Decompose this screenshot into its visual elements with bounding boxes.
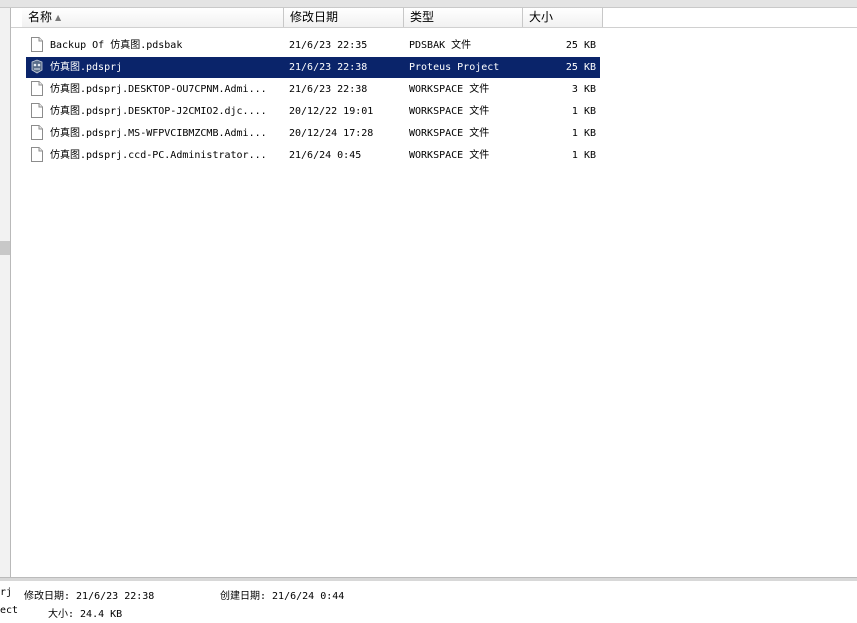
document-icon bbox=[31, 125, 43, 140]
file-name: 仿真图.pdsprj.MS-WFPVCIBMZCMB.Admi... bbox=[50, 128, 267, 139]
file-list-view[interactable]: 名称 ▲ 修改日期 类型 大小 Backup Of 仿真图.pdsbak 21/6… bbox=[11, 8, 857, 577]
file-type: PDSBAK 文件 bbox=[409, 40, 472, 51]
sort-ascending-icon: ▲ bbox=[55, 13, 62, 22]
file-name: 仿真图.pdsprj.ccd-PC.Administrator... bbox=[50, 150, 267, 161]
file-size: 1 KB bbox=[571, 128, 596, 139]
file-date: 21/6/23 22:38 bbox=[289, 62, 368, 73]
file-name: 仿真图.pdsprj.DESKTOP-J2CMIO2.djc.... bbox=[50, 106, 267, 117]
file-date: 21/6/24 0:45 bbox=[289, 150, 362, 161]
column-header-empty bbox=[603, 8, 857, 27]
file-date: 21/6/23 22:38 bbox=[289, 84, 368, 95]
details-type-fragment: ect bbox=[0, 605, 19, 616]
file-size: 25 KB bbox=[565, 62, 596, 73]
file-name: 仿真图.pdsprj bbox=[50, 62, 123, 73]
document-icon bbox=[31, 81, 43, 96]
file-row-workspace-3[interactable]: 仿真图.pdsprj.MS-WFPVCIBMZCMB.Admi... 20/12… bbox=[26, 123, 600, 144]
details-name-fragment: rj bbox=[0, 587, 13, 598]
file-type: Proteus Project bbox=[409, 62, 500, 73]
window-top-strip bbox=[0, 0, 857, 8]
file-date: 20/12/24 17:28 bbox=[289, 128, 374, 139]
column-header-date[interactable]: 修改日期 bbox=[284, 8, 404, 27]
file-size: 1 KB bbox=[571, 150, 596, 161]
file-size: 1 KB bbox=[571, 106, 596, 117]
file-row-workspace-2[interactable]: 仿真图.pdsprj.DESKTOP-J2CMIO2.djc.... 20/12… bbox=[26, 101, 600, 122]
column-header-date-label: 修改日期 bbox=[290, 10, 339, 24]
file-date: 20/12/22 19:01 bbox=[289, 106, 374, 117]
file-name: Backup Of 仿真图.pdsbak bbox=[50, 40, 183, 51]
file-size: 3 KB bbox=[571, 84, 596, 95]
file-row-workspace-4[interactable]: 仿真图.pdsprj.ccd-PC.Administrator... 21/6/… bbox=[26, 145, 600, 166]
details-modified-date: 修改日期: 21/6/23 22:38 bbox=[24, 591, 155, 602]
file-type: WORKSPACE 文件 bbox=[409, 106, 490, 117]
file-type: WORKSPACE 文件 bbox=[409, 150, 490, 161]
column-header-type-label: 类型 bbox=[410, 10, 435, 24]
column-header-size[interactable]: 大小 bbox=[523, 8, 603, 27]
details-size: 大小: 24.4 KB bbox=[48, 609, 123, 620]
column-header-type[interactable]: 类型 bbox=[404, 8, 523, 27]
proteus-project-icon bbox=[31, 59, 43, 74]
column-header-bar: 名称 ▲ 修改日期 类型 大小 bbox=[11, 8, 857, 28]
column-header-name[interactable]: 名称 ▲ bbox=[22, 8, 284, 27]
file-size: 25 KB bbox=[565, 40, 596, 51]
details-pane: rj 修改日期: 21/6/23 22:38 创建日期: 21/6/24 0:4… bbox=[0, 581, 857, 623]
navigation-pane-selected-item[interactable] bbox=[0, 241, 10, 255]
document-icon bbox=[31, 103, 43, 118]
column-header-name-label: 名称 bbox=[28, 10, 53, 24]
document-icon bbox=[31, 147, 43, 162]
navigation-pane[interactable] bbox=[0, 8, 11, 577]
file-type: WORKSPACE 文件 bbox=[409, 84, 490, 95]
details-created-date: 创建日期: 21/6/24 0:44 bbox=[220, 591, 345, 602]
file-row-backup-pdsbak[interactable]: Backup Of 仿真图.pdsbak 21/6/23 22:35 PDSBA… bbox=[26, 35, 600, 56]
column-header-size-label: 大小 bbox=[529, 10, 554, 24]
file-type: WORKSPACE 文件 bbox=[409, 128, 490, 139]
document-icon bbox=[31, 37, 43, 52]
file-name: 仿真图.pdsprj.DESKTOP-OU7CPNM.Admi... bbox=[50, 84, 267, 95]
file-row-pdsprj-selected[interactable]: 仿真图.pdsprj 21/6/23 22:38 Proteus Project… bbox=[26, 57, 600, 78]
file-date: 21/6/23 22:35 bbox=[289, 40, 368, 51]
file-row-workspace-1[interactable]: 仿真图.pdsprj.DESKTOP-OU7CPNM.Admi... 21/6/… bbox=[26, 79, 600, 100]
